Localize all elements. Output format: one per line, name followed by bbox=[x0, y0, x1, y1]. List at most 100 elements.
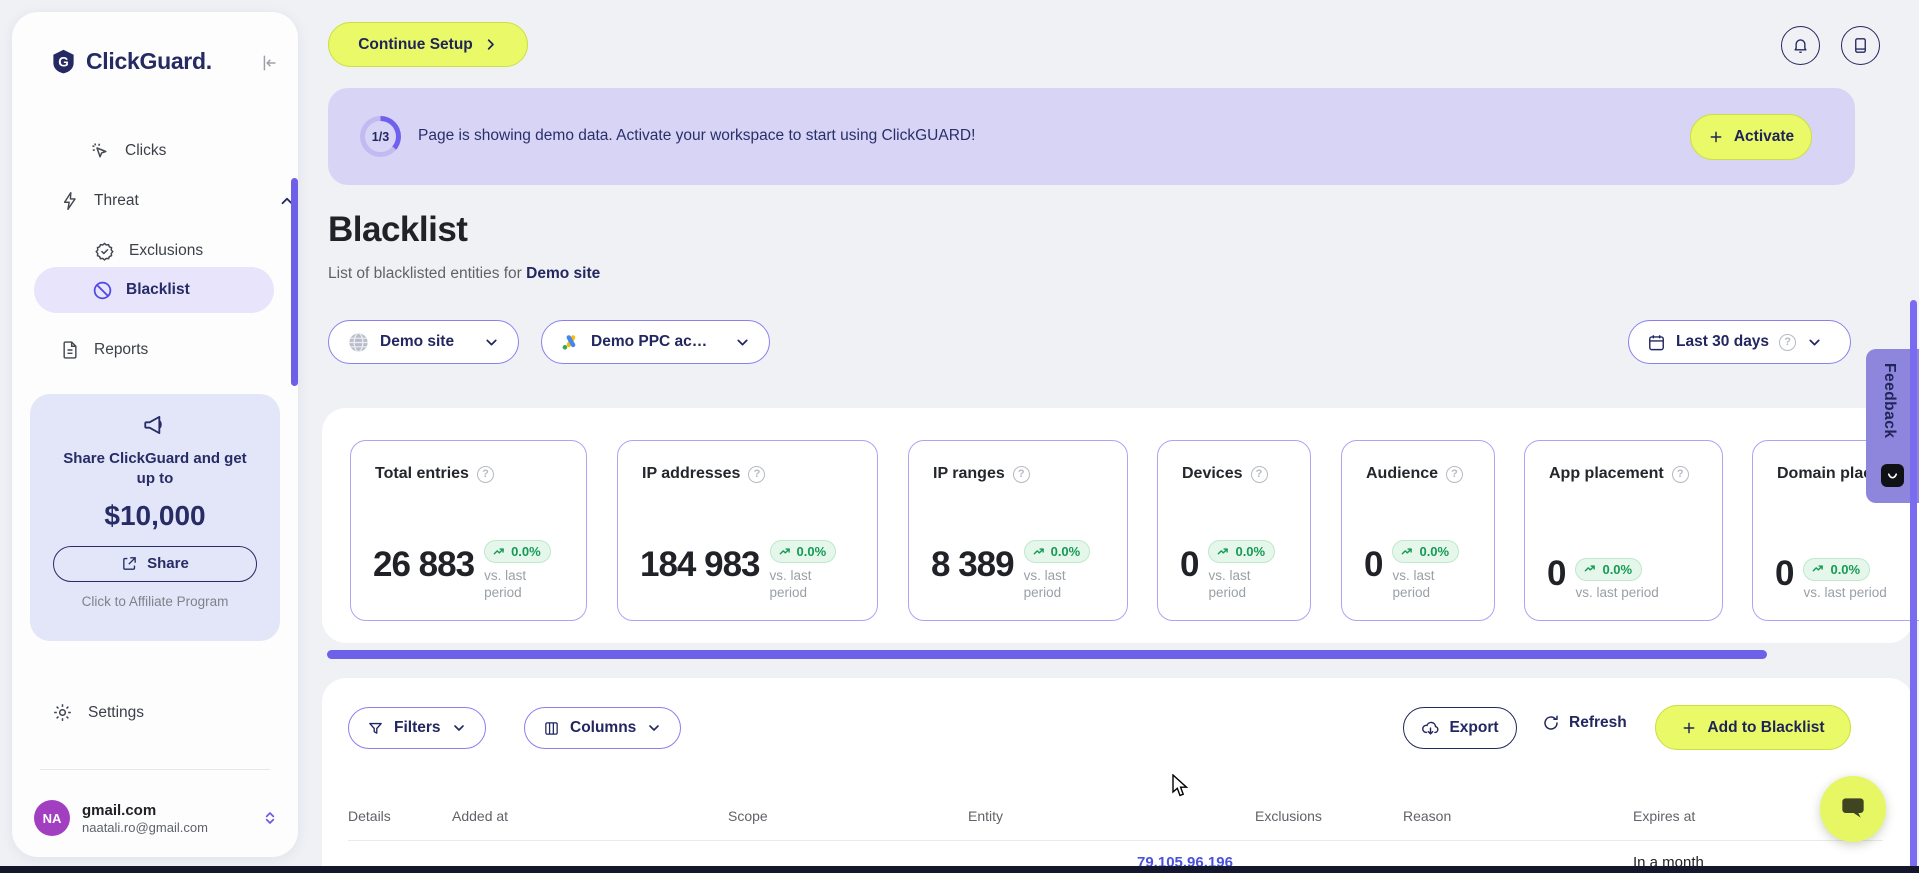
site-selector[interactable]: Demo site bbox=[328, 320, 519, 364]
help-icon[interactable]: ? bbox=[1446, 465, 1464, 483]
column-header-added-at[interactable]: Added at bbox=[452, 808, 508, 824]
plus-icon bbox=[1681, 720, 1697, 736]
export-label: Export bbox=[1449, 719, 1499, 736]
help-icon[interactable]: ? bbox=[1779, 333, 1797, 351]
stat-card-app-placement: App placement? 0 0.0% vs. last period bbox=[1524, 440, 1723, 621]
compare-label: vs. last period bbox=[484, 567, 527, 601]
logo[interactable]: G ClickGuard. bbox=[50, 48, 212, 75]
date-range-value: Last 30 days bbox=[1676, 333, 1770, 350]
divider bbox=[348, 840, 1883, 841]
sidebar-item-label: Threat bbox=[94, 192, 139, 209]
column-header-scope[interactable]: Scope bbox=[728, 808, 768, 824]
sidebar: G ClickGuard. Clicks Threat Exclusions B… bbox=[12, 12, 298, 857]
feedback-label: Feedback bbox=[1881, 363, 1898, 439]
column-header-entity[interactable]: Entity bbox=[968, 808, 1003, 824]
columns-icon bbox=[543, 720, 560, 737]
funnel-icon bbox=[367, 720, 384, 737]
share-button[interactable]: Share bbox=[53, 545, 257, 582]
plus-icon bbox=[1708, 129, 1724, 145]
stat-value: 184 983 bbox=[640, 545, 761, 585]
columns-button[interactable]: Columns bbox=[524, 707, 682, 749]
sidebar-item-label: Exclusions bbox=[129, 242, 204, 259]
delta-badge: 0.0% bbox=[1575, 557, 1643, 581]
compare-label: vs. last period bbox=[1803, 585, 1887, 601]
delta-badge: 0.0% bbox=[1208, 540, 1276, 564]
sidebar-item-blacklist[interactable]: Blacklist bbox=[34, 267, 274, 313]
gear-icon bbox=[52, 702, 73, 723]
date-range-selector[interactable]: Last 30 days ? bbox=[1628, 320, 1851, 364]
sidebar-item-exclusions[interactable]: Exclusions bbox=[94, 235, 203, 267]
chat-widget-button[interactable] bbox=[1820, 776, 1886, 842]
stat-card-ip-ranges: IP ranges? 8 389 0.0% vs. last period bbox=[908, 440, 1128, 621]
badge-check-icon bbox=[94, 241, 115, 262]
continue-setup-button[interactable]: Continue Setup bbox=[328, 22, 528, 67]
page-scrollbar[interactable] bbox=[1910, 300, 1917, 873]
docs-button[interactable] bbox=[1841, 26, 1880, 65]
help-icon[interactable]: ? bbox=[748, 465, 766, 483]
sidebar-item-threat[interactable]: Threat bbox=[60, 185, 293, 217]
collapse-sidebar-icon[interactable] bbox=[258, 52, 280, 74]
settings-label: Settings bbox=[88, 703, 145, 721]
workspace-name: gmail.com bbox=[82, 801, 157, 819]
help-icon[interactable]: ? bbox=[1012, 465, 1030, 483]
stat-label: Total entries bbox=[375, 465, 469, 482]
continue-setup-label: Continue Setup bbox=[358, 35, 473, 53]
activate-button[interactable]: Activate bbox=[1690, 114, 1812, 160]
sidebar-item-settings[interactable]: Settings bbox=[52, 702, 144, 723]
add-to-blacklist-button[interactable]: Add to Blacklist bbox=[1655, 705, 1851, 750]
stat-value: 0 bbox=[1180, 545, 1199, 585]
sidebar-item-label: Reports bbox=[94, 341, 149, 358]
help-icon[interactable]: ? bbox=[476, 465, 494, 483]
help-icon[interactable]: ? bbox=[1250, 465, 1268, 483]
compare-label: vs. last period bbox=[769, 567, 812, 601]
chevron-down-icon bbox=[734, 334, 751, 351]
delta-value: 0.0% bbox=[1235, 544, 1266, 560]
delta-value: 0.0% bbox=[1602, 561, 1633, 577]
compare-label: vs. last period bbox=[1575, 585, 1659, 601]
chevrons-up-down-icon bbox=[262, 810, 278, 826]
compare-label: vs. last period bbox=[1208, 567, 1251, 601]
user-email: naatali.ro@gmail.com bbox=[82, 819, 208, 835]
help-icon[interactable]: ? bbox=[1671, 465, 1689, 483]
cards-horizontal-scrollbar[interactable] bbox=[327, 650, 1767, 659]
affiliate-caption: Click to Affiliate Program bbox=[81, 593, 229, 609]
export-button[interactable]: Export bbox=[1403, 707, 1517, 749]
affiliate-promo-card[interactable]: Share ClickGuard and get up to $10,000 S… bbox=[30, 394, 280, 641]
globe-icon bbox=[347, 331, 370, 354]
share-button-label: Share bbox=[147, 555, 189, 572]
google-ads-icon bbox=[560, 332, 581, 353]
setup-progress-value: 1/3 bbox=[365, 121, 396, 152]
ppc-account-selector[interactable]: Demo PPC ac… bbox=[541, 320, 770, 364]
sidebar-item-reports[interactable]: Reports bbox=[60, 334, 148, 366]
notifications-button[interactable] bbox=[1781, 26, 1820, 65]
delta-badge: 0.0% bbox=[769, 540, 837, 564]
sidebar-item-label: Blacklist bbox=[126, 281, 190, 298]
column-header-reason[interactable]: Reason bbox=[1403, 808, 1451, 824]
avatar: NA bbox=[34, 800, 70, 836]
columns-label: Columns bbox=[570, 719, 637, 736]
stat-card-devices: Devices? 0 0.0% vs. last period bbox=[1157, 440, 1311, 621]
ppc-account-value: Demo PPC ac… bbox=[591, 333, 708, 350]
column-header-exclusions[interactable]: Exclusions bbox=[1255, 808, 1322, 824]
bell-icon bbox=[1791, 36, 1810, 55]
banner-message: Page is showing demo data. Activate your… bbox=[418, 127, 976, 144]
delta-badge: 0.0% bbox=[1023, 540, 1091, 564]
filters-label: Filters bbox=[394, 719, 441, 736]
sidebar-scrollbar[interactable] bbox=[291, 178, 298, 386]
demo-data-banner: 1/3 Page is showing demo data. Activate … bbox=[328, 88, 1855, 185]
setup-progress-ring: 1/3 bbox=[360, 116, 401, 157]
delta-value: 0.0% bbox=[796, 544, 827, 560]
filters-button[interactable]: Filters bbox=[348, 707, 486, 749]
workspace-switcher[interactable]: NA gmail.com naatali.ro@gmail.com bbox=[34, 800, 278, 836]
column-header-details[interactable]: Details bbox=[348, 808, 391, 824]
refresh-button[interactable]: Refresh bbox=[1542, 714, 1627, 732]
stat-label: Devices bbox=[1182, 465, 1243, 482]
blacklist-table-panel: Filters Columns Export Refresh Add to Bl… bbox=[322, 678, 1913, 873]
delta-badge: 0.0% bbox=[1803, 557, 1871, 581]
bottom-edge-bar bbox=[0, 866, 1919, 873]
sidebar-item-clicks[interactable]: Clicks bbox=[90, 135, 166, 167]
svg-text:G: G bbox=[58, 55, 69, 70]
external-link-icon bbox=[121, 555, 138, 572]
column-header-expires-at[interactable]: Expires at bbox=[1633, 808, 1695, 824]
chevron-down-icon bbox=[451, 720, 467, 736]
